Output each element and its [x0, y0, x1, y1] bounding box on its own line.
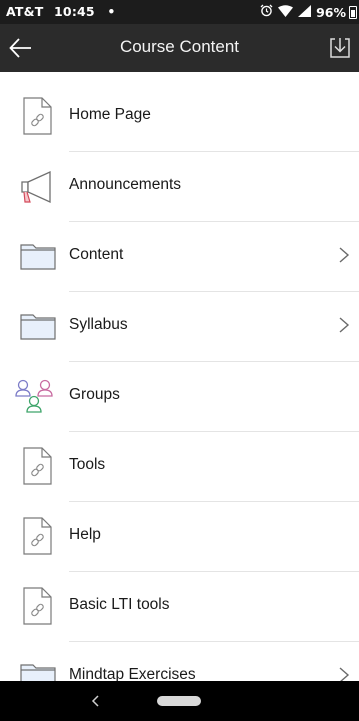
list-item-label: Basic LTI tools [69, 596, 170, 613]
list-item-content[interactable]: Content [0, 222, 359, 292]
list-item-home-page[interactable]: Home Page [0, 82, 359, 152]
document-link-icon [18, 516, 58, 556]
groups-icon [14, 376, 54, 416]
status-bar: AT&T 10:45 • 96% [0, 0, 359, 24]
time-label: 10:45 [54, 4, 95, 19]
megaphone-icon [18, 166, 58, 206]
folder-icon [18, 236, 58, 276]
app-bar: Course Content [0, 24, 359, 72]
list-item-announcements[interactable]: Announcements [0, 152, 359, 222]
nav-back-button[interactable] [88, 692, 102, 710]
nav-home-pill[interactable] [157, 696, 201, 706]
list-item-basic-lti-tools[interactable]: Basic LTI tools [0, 572, 359, 642]
list-item-label: Content [69, 246, 124, 263]
list-item-label: Syllabus [69, 316, 128, 333]
list-item-tools[interactable]: Tools [0, 432, 359, 502]
status-right: 96% [260, 4, 357, 20]
list-item-syllabus[interactable]: Syllabus [0, 292, 359, 362]
list-item-label: Home Page [69, 106, 151, 123]
list-item-label: Announcements [69, 176, 182, 193]
alarm-icon [260, 4, 273, 20]
list-item-label: Help [69, 526, 101, 543]
document-link-icon [18, 446, 58, 486]
battery-icon [349, 5, 357, 19]
battery-percent: 96% [316, 4, 346, 20]
chevron-right-icon [337, 316, 351, 334]
nav-back-icon [91, 695, 99, 707]
system-nav-bar [0, 681, 359, 721]
course-content-list: Home Page Announcements Content Syllabus [0, 82, 359, 712]
page-title: Course Content [119, 37, 240, 56]
folder-icon [18, 306, 58, 346]
document-link-icon [18, 586, 58, 626]
carrier-label: AT&T [6, 4, 44, 19]
list-item-help[interactable]: Help [0, 502, 359, 572]
download-icon [330, 38, 350, 58]
download-button[interactable] [327, 35, 353, 61]
chevron-right-icon [337, 246, 351, 264]
signal-icon [298, 4, 312, 20]
list-item-groups[interactable]: Groups [0, 362, 359, 432]
list-item-label: Groups [69, 386, 120, 403]
status-left: AT&T 10:45 • [6, 4, 116, 19]
notification-dot: • [107, 4, 116, 19]
wifi-icon [278, 4, 294, 20]
document-link-icon [18, 96, 58, 136]
list-item-label: Tools [69, 456, 106, 473]
